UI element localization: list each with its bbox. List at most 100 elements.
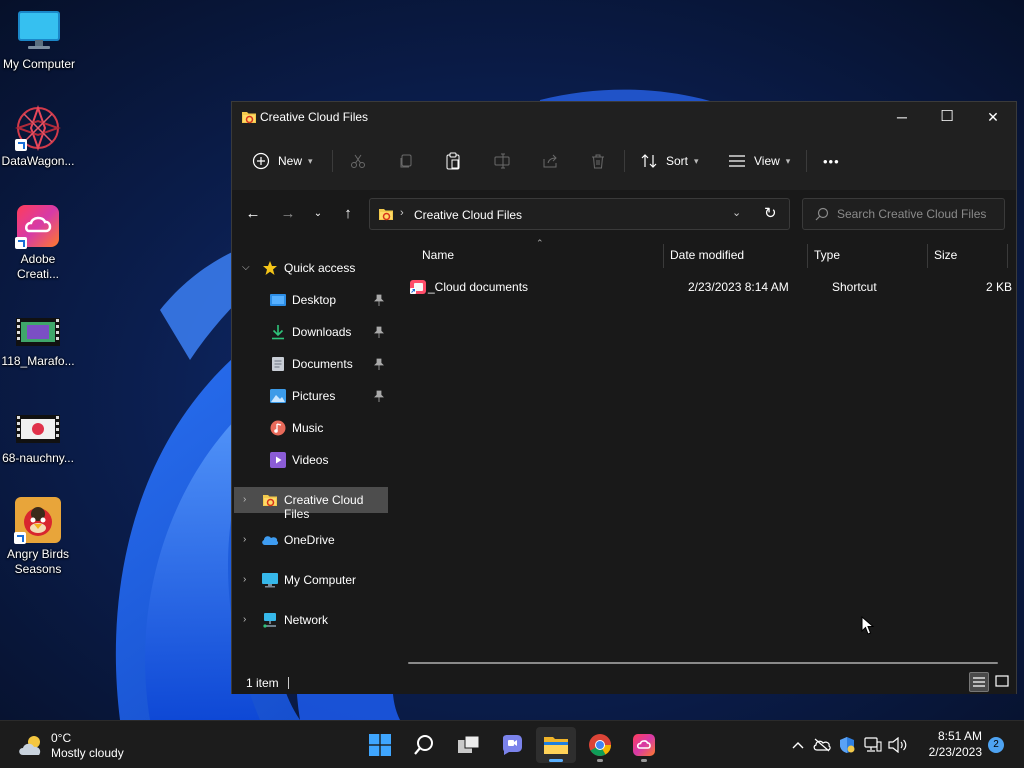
address-history-chevron-icon[interactable]: ⌄ <box>732 206 741 219</box>
chevron-down-icon[interactable]: ⌵ <box>242 262 250 273</box>
file-list-pane: ⌃ Name Date modified Type Size _Cloud do… <box>390 238 1016 666</box>
chevron-right-icon[interactable]: › <box>243 574 246 585</box>
pin-icon[interactable] <box>374 390 384 402</box>
column-divider[interactable] <box>807 244 808 268</box>
search-button[interactable] <box>404 727 444 763</box>
column-header-name[interactable]: Name <box>422 242 454 268</box>
desktop-icon-label: Adobe Creati... <box>16 252 59 281</box>
recent-locations-button[interactable]: ⌄ <box>304 200 332 228</box>
tiles-view-icon <box>995 675 1009 687</box>
new-button[interactable]: New ▾ <box>252 132 313 190</box>
nav-onedrive[interactable]: › OneDrive <box>234 527 388 553</box>
nav-my-computer[interactable]: › My Computer <box>234 567 388 593</box>
show-hidden-icons-chevron-icon[interactable] <box>788 735 808 755</box>
sort-ascending-icon: ⌃ <box>536 238 544 248</box>
music-icon <box>270 420 286 436</box>
chat-button[interactable] <box>492 727 532 763</box>
mouse-cursor-icon <box>861 616 875 635</box>
start-button[interactable] <box>360 727 400 763</box>
cut-button[interactable] <box>350 132 366 190</box>
column-divider[interactable] <box>1007 244 1008 268</box>
nav-creative-cloud-files[interactable]: › Creative Cloud Files <box>234 487 388 521</box>
nav-item-documents[interactable]: Documents <box>234 351 388 377</box>
view-button[interactable]: View ▾ <box>728 132 790 190</box>
desktop-icon-adobe-cc[interactable]: Adobe Creati... <box>0 203 76 282</box>
trash-icon <box>592 154 604 169</box>
tiles-view-button[interactable] <box>992 672 1012 692</box>
network-icon <box>263 613 276 628</box>
column-header-size[interactable]: Size <box>934 242 957 268</box>
refresh-icon[interactable]: ↻ <box>764 204 777 222</box>
nav-item-music[interactable]: Music <box>234 415 388 441</box>
more-options-button[interactable]: ••• <box>823 132 840 190</box>
pin-icon[interactable] <box>374 326 384 338</box>
search-input[interactable] <box>837 207 997 221</box>
nav-item-pictures[interactable]: Pictures <box>234 383 388 409</box>
running-indicator <box>597 759 603 762</box>
task-view-button[interactable] <box>449 727 489 763</box>
nav-label: Videos <box>292 453 329 467</box>
delete-button[interactable] <box>590 132 606 190</box>
weather-widget[interactable]: 0°C Mostly cloudy <box>14 727 144 763</box>
security-shield-icon[interactable] <box>837 735 857 755</box>
file-row[interactable]: _Cloud documents 2/23/2023 8:14 AM Short… <box>404 276 1012 298</box>
paste-button[interactable] <box>445 132 461 190</box>
monitor-icon <box>16 8 62 54</box>
sort-label: Sort <box>666 154 689 168</box>
nav-quick-access[interactable]: ⌵ Quick access <box>234 255 388 281</box>
horizontal-scrollbar[interactable] <box>408 662 998 664</box>
desktop-icon-118-marafo[interactable]: 118_Marafo... <box>0 316 76 369</box>
nav-item-downloads[interactable]: Downloads <box>234 319 388 345</box>
file-explorer-taskbar-button[interactable] <box>536 727 576 763</box>
file-name: _Cloud documents <box>428 280 529 294</box>
network-tray-icon[interactable] <box>863 735 883 755</box>
onedrive-offline-icon[interactable] <box>812 735 832 755</box>
chevron-right-icon[interactable]: › <box>243 614 246 625</box>
copy-button[interactable] <box>398 132 414 190</box>
chrome-taskbar-button[interactable] <box>580 727 620 763</box>
creative-cloud-taskbar-button[interactable] <box>624 727 664 763</box>
maximize-button[interactable]: ☐ <box>924 102 970 132</box>
pin-icon[interactable] <box>374 294 384 306</box>
nav-item-desktop[interactable]: Desktop <box>234 287 388 313</box>
nav-network[interactable]: › Network <box>234 607 388 633</box>
share-icon <box>543 154 557 168</box>
minimize-button[interactable]: ─ <box>879 102 925 132</box>
rename-button[interactable] <box>494 132 512 190</box>
address-bar[interactable]: › Creative Cloud Files ⌄ ↻ <box>369 198 790 230</box>
back-button[interactable]: ← <box>239 200 267 228</box>
desktop-icon-datawagon[interactable]: DataWagon... <box>0 104 76 169</box>
column-divider[interactable] <box>663 244 664 268</box>
paste-icon <box>446 152 460 170</box>
pin-icon[interactable] <box>374 358 384 370</box>
column-header-type[interactable]: Type <box>814 242 840 268</box>
chevron-right-icon[interactable]: › <box>243 534 246 545</box>
title-bar[interactable]: Creative Cloud Files ─ ☐ ✕ <box>232 102 1016 132</box>
nav-label: Creative Cloud Files <box>284 493 364 521</box>
details-view-button[interactable] <box>969 672 989 692</box>
view-icon <box>729 155 745 167</box>
sort-button[interactable]: Sort ▾ <box>640 132 699 190</box>
breadcrumb[interactable]: Creative Cloud Files <box>414 208 522 222</box>
share-button[interactable] <box>542 132 558 190</box>
nav-item-videos[interactable]: Videos <box>234 447 388 473</box>
forward-button[interactable]: → <box>274 200 302 228</box>
column-divider[interactable] <box>927 244 928 268</box>
desktop-icon-my-computer[interactable]: My Computer <box>1 8 77 72</box>
chevron-right-icon[interactable]: › <box>243 494 246 505</box>
close-button[interactable]: ✕ <box>970 102 1016 132</box>
column-header-date[interactable]: Date modified <box>670 242 744 268</box>
clock[interactable]: 8:51 AM 2/23/2023 <box>916 728 982 760</box>
adobe-cc-icon <box>633 734 655 756</box>
desktop-icon-angry-birds[interactable]: Angry Birds Seasons <box>0 496 76 577</box>
toolbar-divider <box>624 150 625 172</box>
chevron-down-icon: ▾ <box>694 155 699 166</box>
desktop-icon-68-nauchny[interactable]: 68-nauchny... <box>0 413 76 466</box>
notification-badge[interactable]: 2 <box>988 737 1004 753</box>
desktop-icon-label: My Computer <box>2 57 76 71</box>
volume-icon[interactable] <box>888 735 908 755</box>
file-date: 2/23/2023 8:14 AM <box>688 280 789 294</box>
file-size: 2 KB <box>985 280 1012 294</box>
running-indicator <box>641 759 647 762</box>
up-button[interactable]: ↑ <box>334 200 362 228</box>
